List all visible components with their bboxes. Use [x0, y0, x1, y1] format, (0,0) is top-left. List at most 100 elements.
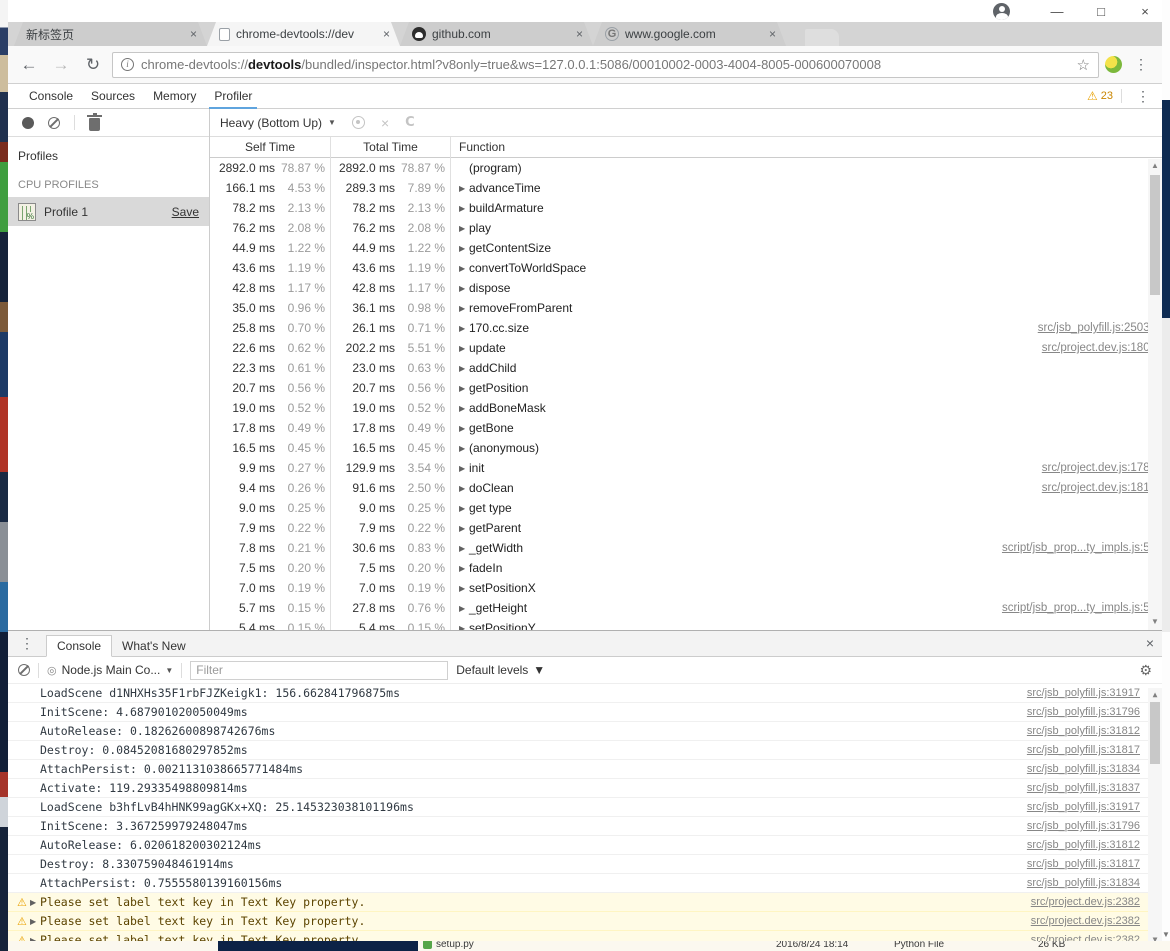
console-message-row[interactable]: ⚠ ▶ Please set label text key in Text Ke… — [8, 893, 1162, 912]
message-source-link[interactable]: src/project.dev.js:2382 — [1031, 915, 1162, 927]
disclosure-triangle-icon[interactable]: ▶ — [459, 504, 469, 513]
message-source-link[interactable]: src/jsb_polyfill.js:31796 — [1027, 706, 1162, 718]
column-header-function[interactable]: Function — [451, 137, 1162, 158]
table-row[interactable]: 76.2 ms2.08 % 76.2 ms2.08 % ▶ play — [210, 218, 1162, 238]
console-message-row[interactable]: Destroy: 0.08452081680297852ms src/jsb_p… — [8, 741, 1162, 760]
disclosure-triangle-icon[interactable]: ▶ — [459, 544, 469, 553]
disclosure-triangle-icon[interactable]: ▶ — [459, 604, 469, 613]
disclosure-triangle-icon[interactable]: ▶ — [459, 404, 469, 413]
delete-profile-icon[interactable] — [89, 118, 100, 131]
close-drawer-icon[interactable]: × — [1146, 635, 1154, 651]
drawer-menu-icon[interactable]: ⋮ — [14, 635, 40, 652]
table-row[interactable]: 16.5 ms0.45 % 16.5 ms0.45 % ▶ (anonymous… — [210, 438, 1162, 458]
disclosure-triangle-icon[interactable]: ▶ — [459, 204, 469, 213]
table-row[interactable]: 19.0 ms0.52 % 19.0 ms0.52 % ▶ addBoneMas… — [210, 398, 1162, 418]
record-icon[interactable] — [22, 117, 34, 129]
table-row[interactable]: 17.8 ms0.49 % 17.8 ms0.49 % ▶ getBone — [210, 418, 1162, 438]
extension-icon[interactable] — [1105, 56, 1122, 73]
table-row[interactable]: 9.9 ms0.27 % 129.9 ms3.54 % ▶ init src/p… — [210, 458, 1162, 478]
disclosure-triangle-icon[interactable]: ▶ — [459, 364, 469, 373]
table-row[interactable]: 7.8 ms0.21 % 30.6 ms0.83 % ▶ _getWidth s… — [210, 538, 1162, 558]
browser-tab[interactable]: 新标签页 × — [14, 22, 207, 46]
drawer-tab[interactable]: What's New — [112, 635, 196, 657]
disclosure-triangle-icon[interactable]: ▶ — [459, 264, 469, 273]
table-row[interactable]: 2892.0 ms78.87 % 2892.0 ms78.87 % (progr… — [210, 158, 1162, 178]
disclosure-triangle-icon[interactable]: ▶ — [459, 224, 469, 233]
table-row[interactable]: 42.8 ms1.17 % 42.8 ms1.17 % ▶ dispose — [210, 278, 1162, 298]
bookmark-star-icon[interactable]: ☆ — [1077, 56, 1090, 74]
minimize-button[interactable]: — — [1048, 4, 1066, 19]
message-source-link[interactable]: src/jsb_polyfill.js:31917 — [1027, 687, 1162, 699]
table-row[interactable]: 5.7 ms0.15 % 27.8 ms0.76 % ▶ _getHeight … — [210, 598, 1162, 618]
table-row[interactable]: 7.5 ms0.20 % 7.5 ms0.20 % ▶ fadeIn — [210, 558, 1162, 578]
disclosure-triangle-icon[interactable]: ▶ — [459, 344, 469, 353]
column-header-total-time[interactable]: Total Time — [331, 137, 451, 158]
devtools-menu-icon[interactable]: ⋮ — [1130, 88, 1156, 105]
clear-icon[interactable] — [48, 117, 60, 129]
table-row[interactable]: 25.8 ms0.70 % 26.1 ms0.71 % ▶ 170.cc.siz… — [210, 318, 1162, 338]
console-settings-gear-icon[interactable]: ⚙ — [1139, 662, 1152, 679]
console-scrollbar[interactable]: ▲ ▼ — [1148, 688, 1162, 948]
expand-message-icon[interactable]: ▶ — [30, 898, 40, 907]
console-message-row[interactable]: ⚠ ▶ Please set label text key in Text Ke… — [8, 912, 1162, 931]
message-source-link[interactable]: src/project.dev.js:2382 — [1031, 896, 1162, 908]
devtools-tab[interactable]: Memory — [144, 84, 205, 109]
view-mode-select[interactable]: Heavy (Bottom Up)▼ — [220, 116, 336, 130]
source-link[interactable]: src/project.dev.js:1785 — [1042, 462, 1162, 474]
console-message-row[interactable]: LoadScene d1NHXHs35F1rbFJZKeigk1: 156.66… — [8, 684, 1162, 703]
disclosure-triangle-icon[interactable]: ▶ — [459, 424, 469, 433]
tab-close-icon[interactable]: × — [381, 27, 392, 41]
console-message-row[interactable]: AttachPersist: 0.0021131038665771484ms s… — [8, 760, 1162, 779]
warning-count-badge[interactable]: ⚠23 — [1087, 89, 1113, 103]
source-link[interactable]: src/jsb_polyfill.js:25030 — [1038, 322, 1162, 334]
message-source-link[interactable]: src/jsb_polyfill.js:31834 — [1027, 763, 1162, 775]
devtools-tab[interactable]: Console — [20, 84, 82, 109]
console-message-row[interactable]: AutoRelease: 0.18262600898742676ms src/j… — [8, 722, 1162, 741]
table-row[interactable]: 5.4 ms0.15 % 5.4 ms0.15 % ▶ setPositionY — [210, 618, 1162, 630]
profile-item[interactable]: Profile 1 Save — [8, 197, 209, 226]
disclosure-triangle-icon[interactable]: ▶ — [459, 584, 469, 593]
expand-message-icon[interactable]: ▶ — [30, 917, 40, 926]
disclosure-triangle-icon[interactable]: ▶ — [459, 324, 469, 333]
scroll-down-icon[interactable]: ▼ — [1148, 617, 1162, 626]
source-link[interactable]: script/jsb_prop...ty_impls.js:53 — [1002, 542, 1162, 554]
page-info-icon[interactable]: i — [121, 58, 134, 71]
disclosure-triangle-icon[interactable]: ▶ — [459, 284, 469, 293]
source-link[interactable]: src/project.dev.js:1809 — [1042, 342, 1162, 354]
disclosure-triangle-icon[interactable]: ▶ — [459, 184, 469, 193]
drawer-tab[interactable]: Console — [46, 635, 112, 657]
tab-close-icon[interactable]: × — [574, 27, 585, 41]
disclosure-triangle-icon[interactable]: ▶ — [459, 444, 469, 453]
console-message-row[interactable]: LoadScene b3hfLvB4hHNK99agGKx+XQ: 25.145… — [8, 798, 1162, 817]
browser-tab[interactable]: G www.google.com × — [593, 22, 786, 46]
devtools-tab[interactable]: Sources — [82, 84, 144, 109]
message-source-link[interactable]: src/jsb_polyfill.js:31812 — [1027, 839, 1162, 851]
table-row[interactable]: 78.2 ms2.13 % 78.2 ms2.13 % ▶ buildArmat… — [210, 198, 1162, 218]
save-profile-link[interactable]: Save — [172, 205, 199, 219]
disclosure-triangle-icon[interactable]: ▶ — [459, 564, 469, 573]
table-row[interactable]: 9.4 ms0.26 % 91.6 ms2.50 % ▶ doClean src… — [210, 478, 1162, 498]
console-message-row[interactable]: AttachPersist: 0.7555580139160156ms src/… — [8, 874, 1162, 893]
message-source-link[interactable]: src/jsb_polyfill.js:31817 — [1027, 858, 1162, 870]
table-row[interactable]: 9.0 ms0.25 % 9.0 ms0.25 % ▶ get type — [210, 498, 1162, 518]
tab-close-icon[interactable]: × — [767, 27, 778, 41]
column-header-self-time[interactable]: Self Time — [210, 137, 331, 158]
message-source-link[interactable]: src/jsb_polyfill.js:31917 — [1027, 801, 1162, 813]
profile-avatar-icon[interactable] — [993, 3, 1010, 20]
table-row[interactable]: 7.9 ms0.22 % 7.9 ms0.22 % ▶ getParent — [210, 518, 1162, 538]
message-source-link[interactable]: src/jsb_polyfill.js:31817 — [1027, 744, 1162, 756]
disclosure-triangle-icon[interactable]: ▶ — [459, 244, 469, 253]
maximize-button[interactable]: □ — [1092, 4, 1110, 19]
table-row[interactable]: 22.6 ms0.62 % 202.2 ms5.51 % ▶ update sr… — [210, 338, 1162, 358]
clear-console-icon[interactable] — [18, 664, 30, 676]
disclosure-triangle-icon[interactable]: ▶ — [459, 484, 469, 493]
forward-icon[interactable]: → — [48, 55, 74, 75]
message-source-link[interactable]: src/jsb_polyfill.js:31834 — [1027, 877, 1162, 889]
log-levels-select[interactable]: Default levels ▼ — [456, 663, 545, 677]
source-link[interactable]: src/project.dev.js:1819 — [1042, 482, 1162, 494]
table-row[interactable]: 35.0 ms0.96 % 36.1 ms0.98 % ▶ removeFrom… — [210, 298, 1162, 318]
message-source-link[interactable]: src/jsb_polyfill.js:31812 — [1027, 725, 1162, 737]
back-icon[interactable]: ← — [16, 55, 42, 75]
reload-icon[interactable]: ↻ — [80, 55, 106, 75]
tab-close-icon[interactable]: × — [188, 27, 199, 41]
